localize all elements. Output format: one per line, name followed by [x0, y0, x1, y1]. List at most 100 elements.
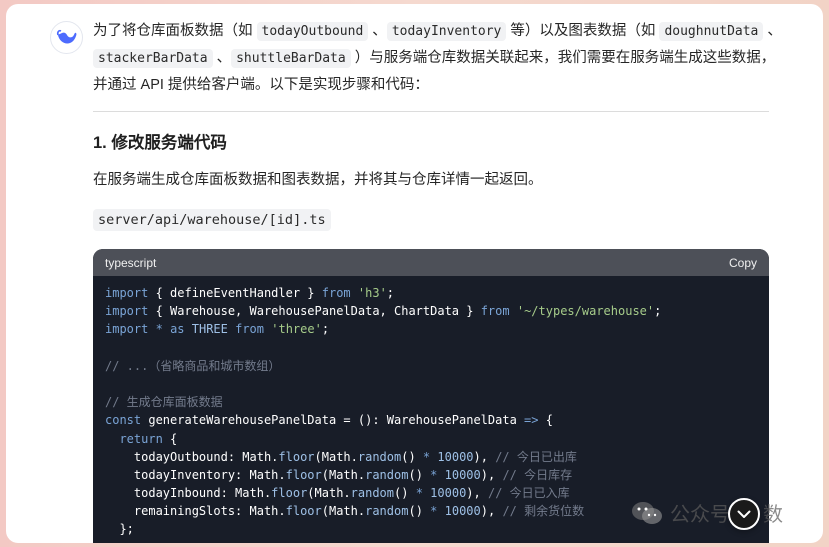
code-token: '~/types/warehouse': [516, 304, 655, 319]
code-token: remainingSlots: Math.: [105, 504, 286, 519]
message-text: 、: [368, 23, 387, 39]
inline-code: stackerBarData: [93, 49, 213, 68]
code-token: (): [394, 486, 416, 501]
code-line: todayOutbound: Math.floor(Math.random() …: [105, 448, 769, 466]
code-token: // 剩余货位数: [502, 504, 585, 519]
message-paragraph-intro: 为了将仓库面板数据（如 todayOutbound 、 todayInventor…: [93, 18, 783, 99]
code-token: return: [119, 431, 163, 446]
code-token: // 今日库存: [502, 467, 573, 482]
scroll-to-bottom-button[interactable]: [728, 498, 760, 530]
code-token: todayInventory: Math.: [105, 467, 286, 482]
code-token: random: [357, 449, 402, 464]
code-token: import: [105, 304, 149, 319]
inline-code: doughnutData: [659, 22, 764, 41]
code-line: const generateWarehousePanelData = (): W…: [105, 411, 769, 429]
code-token: as: [170, 322, 185, 337]
code-token: // 今日已入库: [487, 486, 570, 501]
assistant-avatar: [50, 21, 83, 54]
code-line: return {: [105, 430, 769, 448]
section-heading: 1. 修改服务端代码: [93, 134, 227, 152]
code-token: import: [105, 286, 149, 300]
code-token: todayOutbound: Math.: [105, 449, 279, 464]
code-token: floor: [271, 486, 308, 501]
code-token: (Math.: [307, 486, 351, 501]
code-line: import { Warehouse, WarehousePanelData, …: [105, 302, 769, 320]
code-token: ;: [321, 322, 330, 337]
code-token: (): [408, 504, 431, 519]
chevron-down-icon: [737, 510, 751, 518]
inline-code: todayInventory: [386, 22, 507, 41]
code-token: 10000: [444, 467, 481, 482]
code-token: 10000: [444, 504, 481, 519]
code-token: todayInbound: Math.: [105, 486, 272, 501]
code-token: (Math.: [321, 504, 366, 519]
code-token: from: [480, 304, 510, 319]
code-language-label: typescript: [105, 255, 157, 270]
code-token: import: [105, 322, 149, 337]
code-line: // ...（省略商品和城市数组）: [105, 357, 769, 375]
message-paragraph-step: 在服务端生成仓库面板数据和图表数据，并将其与仓库详情一起返回。: [93, 172, 543, 188]
code-token: =>: [524, 413, 539, 428]
code-token: // ...（省略商品和城市数组）: [105, 358, 281, 373]
inline-code: shuttleBarData: [231, 49, 351, 68]
code-token: *: [415, 486, 423, 501]
code-token: {: [538, 413, 553, 428]
code-token: { Warehouse, WarehousePanelData, ChartDa…: [148, 304, 481, 319]
code-token: from: [321, 286, 351, 300]
code-token: floor: [278, 449, 315, 464]
copy-button[interactable]: Copy: [729, 256, 757, 270]
message-text: 、: [763, 23, 782, 39]
assistant-message: 为了将仓库面板数据（如 todayOutbound 、 todayInventor…: [93, 18, 783, 232]
code-token: { defineEventHandler }: [148, 286, 322, 300]
code-token: // 生成仓库面板数据: [105, 395, 223, 410]
code-token: (): [408, 467, 431, 482]
code-token: from: [235, 322, 265, 337]
code-token: (Math.: [321, 467, 366, 482]
code-header: typescript Copy: [93, 249, 769, 276]
code-token: random: [350, 486, 395, 501]
inline-code: todayOutbound: [256, 22, 369, 41]
code-line: todayInventory: Math.floor(Math.random()…: [105, 466, 769, 484]
watermark: 公众号: [630, 498, 730, 527]
watermark-text: 公众号: [670, 504, 730, 526]
code-token: ;: [386, 286, 395, 300]
code-token: };: [105, 522, 134, 537]
message-text: 为了将仓库面板数据（如: [93, 23, 257, 39]
divider: [93, 111, 769, 112]
watermark-tail: 数: [763, 504, 783, 526]
code-token: 'three': [271, 322, 322, 337]
code-token: ;: [654, 304, 662, 319]
code-line: import * as THREE from 'three';: [105, 320, 769, 338]
code-token: floor: [285, 504, 322, 519]
code-token: generateWarehousePanelData = (): Warehou…: [141, 413, 525, 428]
code-token: ),: [480, 467, 503, 482]
code-token: ),: [473, 449, 496, 464]
chat-window: 为了将仓库面板数据（如 todayOutbound 、 todayInventor…: [6, 4, 823, 543]
deepseek-whale-icon: [56, 29, 76, 44]
code-token: 'h3': [357, 286, 387, 300]
file-path-code: server/api/warehouse/[id].ts: [93, 209, 331, 231]
code-token: const: [105, 413, 142, 428]
code-token: (Math.: [314, 449, 358, 464]
code-token: 10000: [437, 449, 474, 464]
code-token: ),: [480, 504, 503, 519]
code-token: floor: [285, 467, 322, 482]
file-path-line: server/api/warehouse/[id].ts: [93, 208, 783, 232]
code-token: {: [162, 431, 178, 446]
code-token: THREE: [191, 322, 228, 337]
wechat-icon: [632, 501, 662, 524]
code-token: *: [155, 322, 163, 337]
code-token: ),: [466, 486, 488, 501]
code-token: 10000: [430, 486, 467, 501]
code-token: // 今日已出库: [495, 449, 577, 464]
code-line: import { defineEventHandler } from 'h3';: [105, 284, 769, 302]
code-token: (): [401, 449, 423, 464]
